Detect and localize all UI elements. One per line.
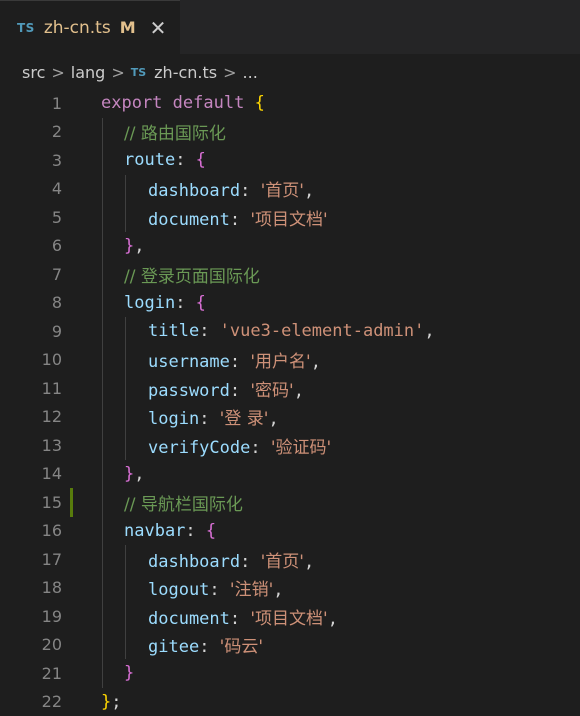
chevron-right-icon: > — [111, 63, 124, 82]
modified-line-gutter — [70, 488, 73, 517]
line-number: 10 — [0, 350, 62, 369]
close-icon[interactable]: ✕ — [150, 18, 167, 38]
string-value: '首页' — [261, 181, 304, 201]
line-number: 21 — [0, 664, 62, 683]
tab-file-name: zh-cn.ts — [44, 18, 111, 38]
property-key: gitee — [148, 637, 199, 657]
typescript-icon: TS — [131, 66, 146, 79]
breadcrumb-item-src[interactable]: src — [22, 63, 45, 82]
line-number: 9 — [0, 322, 62, 341]
code-line: 19 document: '项目文档', — [0, 602, 580, 631]
breadcrumb: src > lang > TS zh-cn.ts > ... — [0, 55, 580, 89]
code-line: 9 title: 'vue3-element-admin', — [0, 317, 580, 346]
code-line: 3 route: { — [0, 146, 580, 175]
string-value: '用户名' — [250, 352, 310, 372]
editor-tab[interactable]: TS zh-cn.ts M ✕ — [0, 0, 180, 54]
string-value: '码云' — [220, 637, 263, 657]
code-line: 2 // 路由国际化 — [0, 118, 580, 147]
line-number: 5 — [0, 208, 62, 227]
string-value: '密码' — [250, 381, 293, 401]
breadcrumb-item-file[interactable]: zh-cn.ts — [154, 63, 217, 82]
line-number: 8 — [0, 293, 62, 312]
keyword: default — [173, 93, 245, 113]
line-number: 16 — [0, 521, 62, 540]
code-line: 7 // 登录页面国际化 — [0, 260, 580, 289]
line-number: 7 — [0, 265, 62, 284]
property-key: login — [148, 409, 199, 429]
property-key: login — [124, 293, 175, 313]
code-line: 17 dashboard: '首页', — [0, 545, 580, 574]
string-value: '首页' — [261, 552, 304, 572]
line-number: 1 — [0, 94, 62, 113]
code-line: 10 username: '用户名', — [0, 346, 580, 375]
line-number: 19 — [0, 607, 62, 626]
property-key: password — [148, 381, 230, 401]
code-line: 1 export default { — [0, 89, 580, 118]
code-line: 21 } — [0, 659, 580, 688]
line-number: 2 — [0, 122, 62, 141]
code-line: 8 login: { — [0, 289, 580, 318]
property-key: title — [148, 321, 199, 341]
line-number: 14 — [0, 464, 62, 483]
string-value: '登 录' — [220, 409, 269, 429]
line-number: 17 — [0, 550, 62, 569]
tab-bar: TS zh-cn.ts M ✕ — [0, 0, 580, 55]
string-value: '项目文档' — [250, 609, 327, 629]
line-number: 4 — [0, 179, 62, 198]
code-line: 15 // 导航栏国际化 — [0, 488, 580, 517]
string-value: '验证码' — [271, 438, 331, 458]
comment: // 路由国际化 — [124, 124, 226, 144]
string-value: '注销' — [230, 580, 273, 600]
string-value: '项目文档' — [250, 210, 327, 230]
chevron-right-icon: > — [223, 63, 236, 82]
line-number: 22 — [0, 692, 62, 711]
comment: // 导航栏国际化 — [124, 495, 243, 515]
line-number: 20 — [0, 635, 62, 654]
code-line: 18 logout: '注销', — [0, 574, 580, 603]
code-line: 16 navbar: { — [0, 517, 580, 546]
line-number: 15 — [0, 493, 62, 512]
code-line: 12 login: '登 录', — [0, 403, 580, 432]
property-key: logout — [148, 580, 209, 600]
code-editor[interactable]: 1 export default { 2 // 路由国际化 3 route: {… — [0, 89, 580, 716]
line-number: 12 — [0, 407, 62, 426]
property-key: dashboard — [148, 552, 240, 572]
keyword: export — [101, 93, 162, 113]
code-line: 14 }, — [0, 460, 580, 489]
code-line: 5 document: '项目文档' — [0, 203, 580, 232]
code-line: 4 dashboard: '首页', — [0, 175, 580, 204]
property-key: dashboard — [148, 181, 240, 201]
line-number: 6 — [0, 236, 62, 255]
property-key: document — [148, 210, 230, 230]
typescript-icon: TS — [17, 21, 35, 35]
chevron-right-icon: > — [51, 63, 64, 82]
property-key: navbar — [124, 521, 185, 541]
property-key: document — [148, 609, 230, 629]
string-value: 'vue3-element-admin' — [220, 321, 425, 341]
modified-indicator: M — [120, 18, 136, 37]
code-line: 11 password: '密码', — [0, 374, 580, 403]
code-line: 6 }, — [0, 232, 580, 261]
property-key: username — [148, 352, 230, 372]
comment: // 登录页面国际化 — [124, 267, 260, 287]
line-number: 13 — [0, 436, 62, 455]
breadcrumb-item-lang[interactable]: lang — [71, 63, 106, 82]
code-line: 20 gitee: '码云' — [0, 631, 580, 660]
property-key: verifyCode — [148, 438, 250, 458]
code-line: 13 verifyCode: '验证码' — [0, 431, 580, 460]
line-number: 3 — [0, 151, 62, 170]
property-key: route — [124, 150, 175, 170]
line-number: 11 — [0, 379, 62, 398]
breadcrumb-item-symbols[interactable]: ... — [243, 63, 258, 82]
line-number: 18 — [0, 578, 62, 597]
